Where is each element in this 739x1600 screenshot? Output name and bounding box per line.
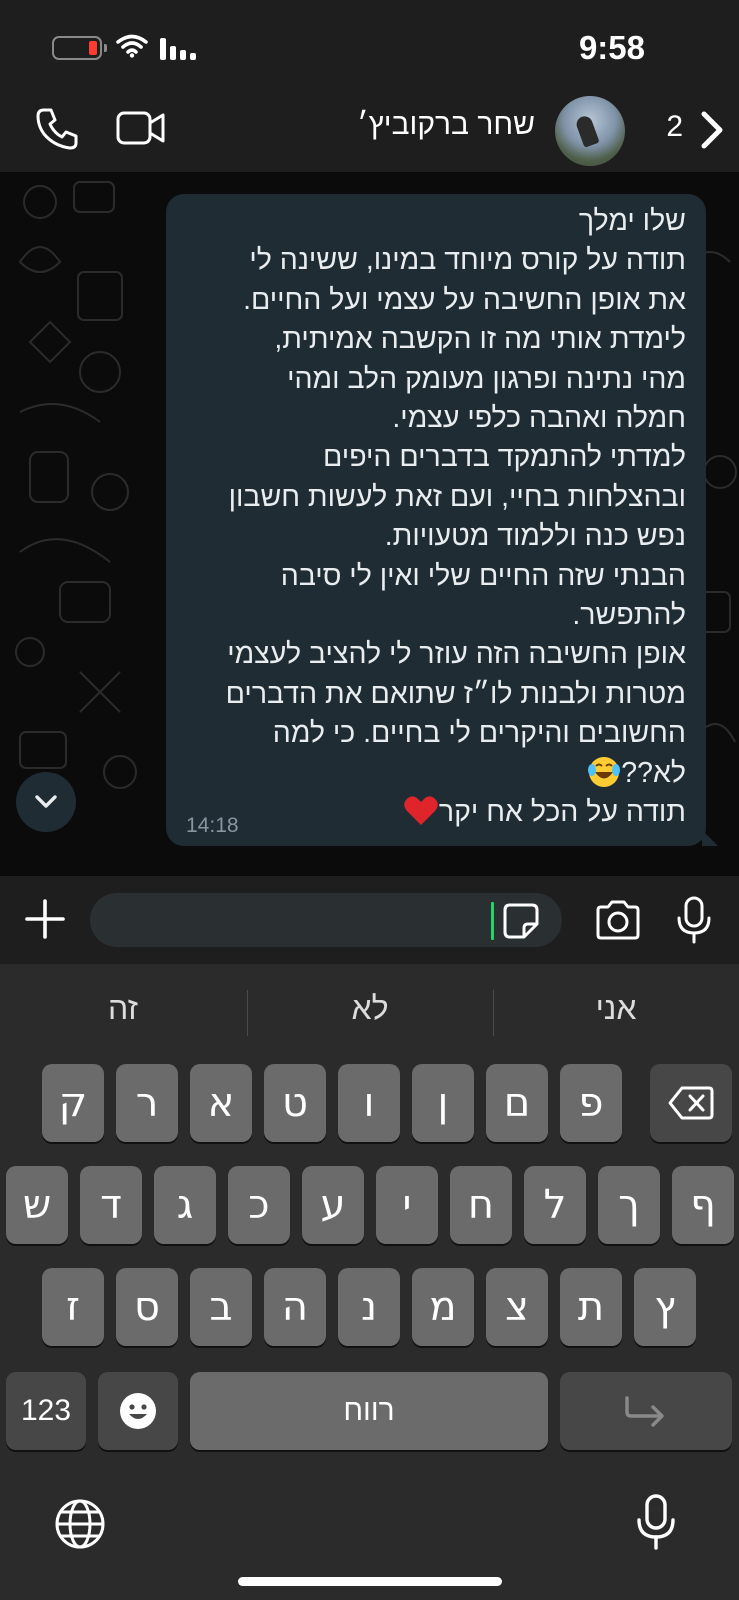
numbers-key[interactable]: 123 (6, 1372, 86, 1450)
prediction-suggestion[interactable]: לא (247, 990, 493, 1027)
message-line: מהי נתינה ופרגון מעומק הלב ומהי (287, 362, 686, 395)
predictive-text-bar: אני לא זה (0, 964, 739, 1060)
camera-icon[interactable] (594, 900, 642, 940)
message-line: מטרות ולבנות לו״ז שתואם את הדברים (225, 677, 686, 710)
key[interactable]: ל (524, 1166, 586, 1244)
key[interactable]: צ (486, 1268, 548, 1346)
emoji-key[interactable] (98, 1372, 178, 1450)
message-line: לא?? (621, 756, 686, 789)
emoji-face-icon (120, 1393, 156, 1429)
key[interactable]: ד (80, 1166, 142, 1244)
key[interactable]: י (376, 1166, 438, 1244)
key[interactable]: ב (190, 1268, 252, 1346)
key[interactable]: ט (264, 1064, 326, 1142)
red-heart-emoji-icon (404, 796, 438, 826)
key[interactable]: ח (450, 1166, 512, 1244)
key[interactable]: א (190, 1064, 252, 1142)
key[interactable]: ג (154, 1166, 216, 1244)
space-key[interactable]: רווח (190, 1372, 548, 1450)
key[interactable]: ש (6, 1166, 68, 1244)
key[interactable]: ף (672, 1166, 734, 1244)
backspace-icon (668, 1086, 714, 1120)
message-line: חמלה ואהבה כלפי עצמי. (392, 402, 686, 435)
key[interactable]: ע (302, 1166, 364, 1244)
key[interactable]: מ (412, 1268, 474, 1346)
message-line: נפש כנה וללמוד מטעויות. (384, 520, 686, 553)
key[interactable]: ז (42, 1268, 104, 1346)
globe-icon[interactable] (54, 1498, 106, 1550)
message-line: החשובים והיקרים לי בחיים. כי למה (272, 717, 686, 750)
dictation-microphone-icon[interactable] (636, 1494, 676, 1550)
key[interactable]: נ (338, 1268, 400, 1346)
status-bar: 9:58 (0, 0, 739, 92)
key[interactable]: ך (598, 1166, 660, 1244)
home-indicator (238, 1577, 502, 1586)
message-line-with-emoji: לא?? (184, 754, 686, 793)
key[interactable]: ר (116, 1064, 178, 1142)
message-line: תודה על הכל אח יקר (438, 796, 686, 829)
wifi-icon (116, 34, 148, 58)
prediction-suggestion[interactable]: זה (0, 990, 246, 1027)
key[interactable]: ת (560, 1268, 622, 1346)
keyboard: אני לא זה ק ר א ט ו ן ם פ ש ד ג כ ע י ח … (0, 964, 739, 1600)
message-input-bar (0, 876, 739, 964)
sticker-icon[interactable] (502, 902, 540, 940)
contact-name[interactable]: שחר ברקוביץ׳ (357, 108, 535, 142)
message-line: ובהצלחות בחיי, ועם זאת לעשות חשבון (228, 480, 686, 513)
video-camera-icon[interactable] (116, 110, 166, 146)
message-line: הבנתי שזה החיים שלי ואין לי סיבה (280, 559, 686, 592)
key[interactable]: פ (560, 1064, 622, 1142)
key[interactable]: ו (338, 1064, 400, 1142)
message-line: את אופן החשיבה על עצמי ועל החיים. (243, 283, 686, 316)
return-arrow-icon (625, 1396, 664, 1427)
message-line: להתפשר. (572, 599, 686, 632)
message-line: אופן החשיבה הזה עוזר לי להציב לעצמי (227, 638, 686, 671)
chevron-down-icon (35, 795, 57, 808)
key[interactable]: ה (264, 1268, 326, 1346)
key[interactable]: ס (116, 1268, 178, 1346)
message-timestamp: 14:18 (186, 814, 239, 837)
chevron-right-icon[interactable] (699, 110, 725, 150)
prediction-divider (247, 990, 248, 1036)
message-line-with-emoji: תודה על הכל אח יקר (184, 793, 686, 832)
message-line: למדתי להתמקד בדברים היפים (323, 441, 686, 474)
avatar[interactable] (555, 96, 625, 166)
prediction-divider (493, 990, 494, 1036)
battery-icon (52, 36, 107, 60)
scroll-to-bottom-button[interactable] (16, 772, 76, 832)
prediction-suggestion[interactable]: אני (493, 990, 739, 1027)
text-cursor (491, 902, 494, 940)
cellular-signal-icon (160, 38, 196, 60)
key[interactable]: ק (42, 1064, 104, 1142)
message-bubble[interactable]: שלו ימלך תודה על קורס מיוחד במינו, ששינה… (166, 194, 718, 846)
status-time: 9:58 (578, 29, 645, 66)
plus-icon[interactable] (24, 898, 66, 940)
key[interactable]: ן (412, 1064, 474, 1142)
laughing-tears-emoji-icon (588, 756, 621, 787)
message-line: שלו ימלך (578, 205, 686, 237)
message-line: תודה על קורס מיוחד במינו, ששינה לי (249, 244, 686, 277)
microphone-icon[interactable] (676, 896, 712, 944)
key[interactable]: כ (228, 1166, 290, 1244)
backspace-key[interactable] (650, 1064, 732, 1142)
chat-header: שחר ברקוביץ׳ 2 (0, 92, 739, 172)
key[interactable]: ם (486, 1064, 548, 1142)
key[interactable]: ץ (634, 1268, 696, 1346)
chat-area[interactable]: שלו ימלך תודה על קורס מיוחד במינו, ששינה… (0, 172, 739, 876)
unread-count[interactable]: 2 (666, 110, 683, 144)
phone-icon[interactable] (34, 106, 80, 152)
message-line: לימדת אותי מה זו הקשבה אמיתית, (274, 323, 686, 356)
return-key[interactable] (560, 1372, 732, 1450)
